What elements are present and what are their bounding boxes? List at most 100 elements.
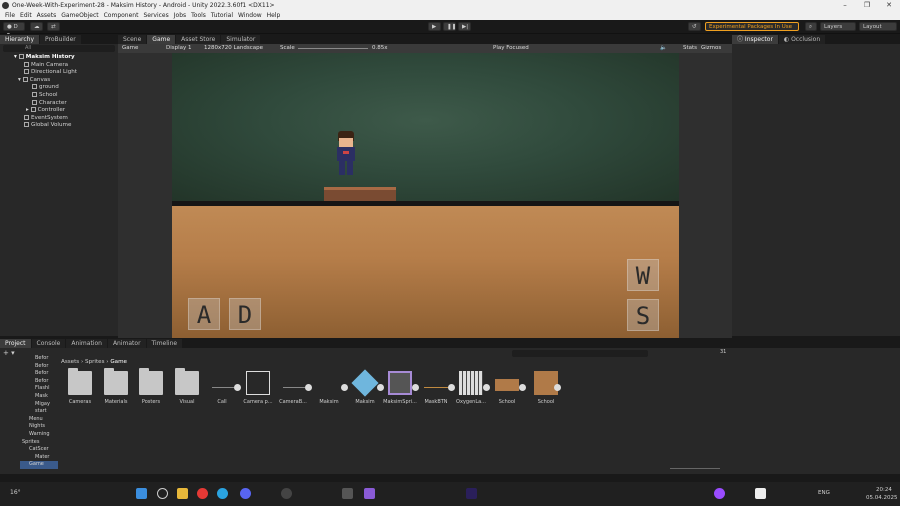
breadcrumb-assets[interactable]: Assets: [61, 359, 79, 365]
lang-indicator[interactable]: ENG: [818, 490, 830, 496]
file-explorer-icon[interactable]: [177, 488, 188, 499]
step-button[interactable]: ▶|: [458, 22, 471, 31]
project-tree-item[interactable]: Befor: [20, 378, 58, 386]
game-canvas[interactable]: A D W S: [172, 53, 679, 338]
hierarchy-item[interactable]: ground: [32, 84, 118, 92]
history-icon[interactable]: ↺: [688, 22, 701, 31]
after-effects-icon[interactable]: [466, 488, 477, 499]
menu-gameobject[interactable]: GameObject: [61, 12, 98, 19]
gizmos-dropdown[interactable]: Gizmos: [701, 44, 721, 53]
stats-button[interactable]: Stats: [683, 44, 697, 53]
hierarchy-item[interactable]: ▾ Canvas: [18, 76, 118, 85]
project-tree-item[interactable]: start: [20, 408, 58, 416]
tab-hierarchy[interactable]: Hierarchy: [0, 35, 40, 44]
project-tree-item[interactable]: Befor: [20, 363, 58, 371]
tab-inspector[interactable]: ⓘ Inspector: [732, 35, 778, 44]
hierarchy-item[interactable]: Main Camera: [24, 61, 118, 70]
project-tree-item[interactable]: Menu: [20, 416, 58, 424]
tab-game[interactable]: Game: [147, 35, 176, 44]
telegram-icon[interactable]: [217, 488, 228, 499]
project-tree-item[interactable]: Flashl: [20, 385, 58, 393]
hierarchy-item[interactable]: EventSystem: [24, 114, 118, 123]
unity-icon[interactable]: [342, 488, 353, 499]
menu-jobs[interactable]: Jobs: [174, 12, 186, 19]
tab-project[interactable]: Project: [0, 339, 31, 348]
project-tree-item[interactable]: Mask: [20, 393, 58, 401]
add-asset-button[interactable]: + ▾: [3, 349, 15, 357]
menu-edit[interactable]: Edit: [20, 12, 32, 19]
project-tree-item[interactable]: Warning: [20, 431, 58, 439]
weather-temp[interactable]: 16°: [10, 489, 21, 496]
play-focused-dropdown[interactable]: Play Focused: [493, 44, 529, 53]
project-tree-item[interactable]: CatScer: [20, 446, 58, 454]
game-view[interactable]: A D W S: [118, 53, 732, 338]
menu-file[interactable]: File: [5, 12, 15, 19]
clock-date[interactable]: 05.04.2025: [866, 495, 898, 501]
menu-tools[interactable]: Tools: [191, 12, 206, 19]
project-tree-item[interactable]: Nights: [20, 423, 58, 431]
asset-folder[interactable]: Visual: [168, 368, 206, 405]
layers-dropdown[interactable]: Layers: [820, 22, 856, 31]
minimize-button[interactable]: –: [834, 0, 856, 11]
control-down-button[interactable]: S: [627, 299, 659, 331]
tab-animation[interactable]: Animation: [66, 339, 107, 348]
project-search-input[interactable]: [512, 350, 648, 357]
expand-arrow-icon[interactable]: [412, 384, 419, 391]
control-right-button[interactable]: D: [229, 298, 261, 330]
expand-arrow-icon[interactable]: [448, 384, 455, 391]
tab-probuilder[interactable]: ProBuilder: [40, 35, 81, 44]
control-up-button[interactable]: W: [627, 259, 659, 291]
scale-slider[interactable]: [298, 48, 368, 49]
game-mode-dropdown[interactable]: Game: [122, 44, 138, 53]
breadcrumb-sprites[interactable]: Sprites: [85, 359, 105, 365]
close-button[interactable]: ✕: [878, 0, 900, 11]
asset-sprite[interactable]: Camera p...: [239, 371, 277, 405]
active-app-icon[interactable]: [755, 488, 766, 499]
project-tree-item[interactable]: Befor: [20, 370, 58, 378]
asset-folder[interactable]: Materials: [97, 368, 135, 405]
maximize-button[interactable]: ❐: [856, 0, 878, 11]
menu-assets[interactable]: Assets: [37, 12, 57, 19]
menu-help[interactable]: Help: [267, 12, 281, 19]
expand-arrow-icon[interactable]: [305, 384, 312, 391]
asset-folder[interactable]: Posters: [132, 368, 170, 405]
visual-studio-icon[interactable]: [364, 488, 375, 499]
expand-arrow-icon[interactable]: [519, 384, 526, 391]
project-tree-item[interactable]: Befor: [20, 355, 58, 363]
display-dropdown[interactable]: Display 1: [166, 44, 192, 53]
tab-scene[interactable]: Scene: [118, 35, 147, 44]
project-tree-item[interactable]: Mater: [20, 454, 58, 462]
tab-console[interactable]: Console: [31, 339, 66, 348]
expand-arrow-icon[interactable]: [554, 384, 561, 391]
chrome-icon[interactable]: [714, 488, 725, 499]
project-tree-item[interactable]: Migay: [20, 401, 58, 409]
search-icon[interactable]: [157, 488, 168, 499]
play-button[interactable]: ▶: [428, 22, 441, 31]
expand-arrow-icon[interactable]: [341, 384, 348, 391]
menu-services[interactable]: Services: [143, 12, 168, 19]
pause-button[interactable]: ❚❚: [443, 22, 456, 31]
hierarchy-item-scene[interactable]: ▾ Maksim History: [14, 54, 118, 62]
asset-folder[interactable]: Cameras: [61, 368, 99, 405]
expand-arrow-icon[interactable]: [483, 384, 490, 391]
start-windows-icon[interactable]: [136, 488, 147, 499]
resolution-dropdown[interactable]: 1280x720 Landscape: [204, 44, 263, 53]
tab-occlusion[interactable]: ◐ Occlusion: [778, 35, 826, 44]
tab-animator[interactable]: Animator: [107, 339, 146, 348]
yandex-browser-icon[interactable]: [197, 488, 208, 499]
expand-arrow-icon[interactable]: [234, 384, 241, 391]
menu-tutorial[interactable]: Tutorial: [211, 12, 233, 19]
hierarchy-item[interactable]: Global Volume: [24, 122, 118, 130]
clock-time[interactable]: 20:24: [876, 487, 892, 493]
collab-icon[interactable]: ⇄: [47, 22, 60, 31]
hierarchy-search[interactable]: All: [3, 45, 115, 52]
hierarchy-item[interactable]: Directional Light: [24, 69, 118, 77]
menu-window[interactable]: Window: [238, 12, 262, 19]
layout-dropdown[interactable]: Layout: [859, 22, 897, 31]
hierarchy-item[interactable]: ▸ Controller: [26, 107, 118, 115]
mute-audio-icon[interactable]: 🔈: [660, 44, 667, 53]
experimental-packages-button[interactable]: Experimental Packages In Use: [705, 22, 799, 31]
breadcrumb-game[interactable]: Game: [110, 359, 127, 365]
project-tree-item[interactable]: Sprites: [20, 439, 58, 447]
project-tree-item[interactable]: Game: [20, 461, 58, 469]
